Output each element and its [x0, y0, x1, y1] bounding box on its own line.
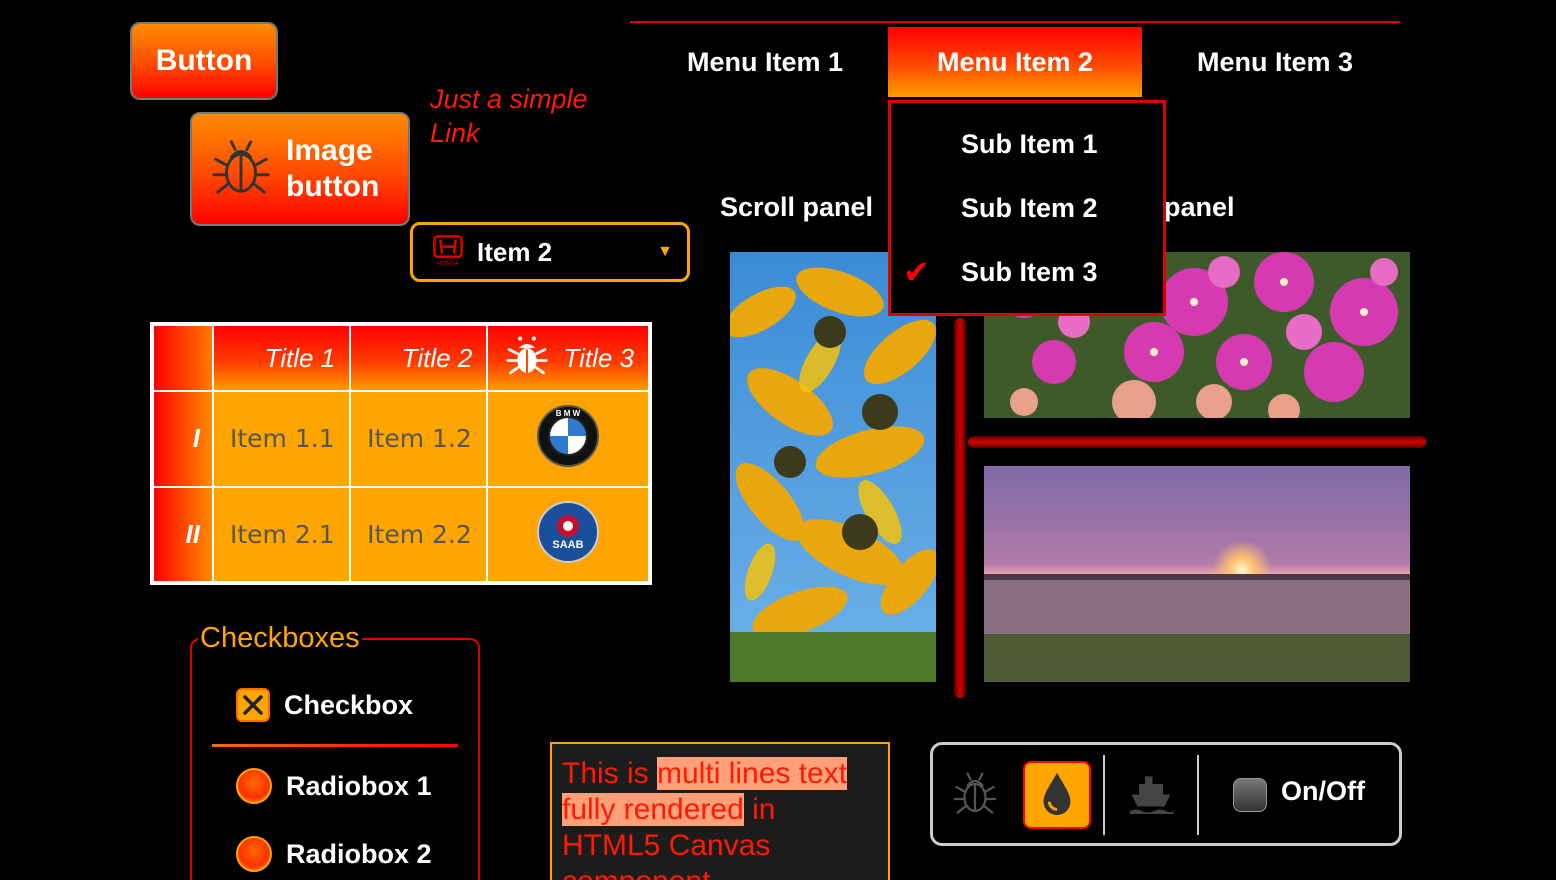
checkbox-divider	[212, 744, 458, 747]
row-header: I	[152, 390, 214, 488]
toggle-label: On/Off	[1281, 776, 1365, 806]
grid-header-row: Title 1 Title 2 Title 3	[152, 324, 650, 392]
radiobox-label: Radiobox 2	[286, 838, 432, 869]
bug-icon	[210, 136, 272, 203]
bmw-logo: B M W	[486, 390, 650, 488]
flowers-yellow-image	[730, 252, 936, 682]
image-button-label: Image button	[286, 134, 380, 203]
submenu-popup: Sub Item 1 Sub Item 2 Sub Item 3 ✔	[888, 100, 1166, 316]
drop-tool-button[interactable]	[1023, 761, 1091, 829]
menu-item-1[interactable]: Menu Item 1	[640, 27, 890, 97]
ship-icon	[1127, 769, 1175, 822]
submenu-item-1[interactable]: Sub Item 1	[961, 129, 1098, 160]
table-cell[interactable]: Item 2.2	[349, 485, 489, 583]
checkbox-label: Checkbox	[284, 689, 414, 720]
scroll-panel-title: Scroll panel	[720, 192, 874, 222]
split-panel-title: panel	[1164, 192, 1235, 222]
honda-icon: HONDA	[431, 233, 465, 272]
radio-icon	[236, 836, 272, 872]
radio-icon	[236, 768, 272, 804]
checkbox[interactable]: Checkbox	[236, 688, 413, 722]
main-button-label: Button	[155, 44, 253, 77]
splitter-horizontal[interactable]	[968, 436, 1426, 448]
text-part: This is	[562, 757, 658, 790]
multiline-text-area[interactable]: This is multi lines text fully rendered …	[550, 742, 890, 880]
item-dropdown[interactable]: HONDA Item 2 ▼	[410, 222, 690, 282]
checkboxes-legend: Checkboxes	[198, 622, 362, 655]
submenu-item-3[interactable]: Sub Item 3	[961, 257, 1098, 288]
checkmark-icon: ✔	[903, 254, 930, 290]
bug-tool-button[interactable]	[941, 761, 1009, 829]
toolbar: On/Off	[930, 742, 1402, 846]
checkbox-x-icon	[236, 688, 270, 722]
column-header[interactable]: Title 1	[211, 324, 352, 392]
row-header: II	[152, 485, 214, 583]
column-header-title3[interactable]: Title 3	[486, 324, 650, 392]
radiobox-label: Radiobox 1	[286, 770, 432, 801]
radiobox-1[interactable]: Radiobox 1	[236, 768, 432, 804]
table-cell[interactable]: Item 1.2	[349, 390, 489, 488]
main-button[interactable]: Button	[130, 22, 278, 100]
sunset-image	[984, 466, 1410, 682]
svg-text:B M W: B M W	[556, 409, 581, 418]
image-button[interactable]: Image button	[190, 112, 410, 226]
toolbar-separator	[1103, 755, 1105, 835]
bug-icon	[505, 333, 549, 384]
data-grid: Title 1 Title 2 Title 3 I Item 1.1 Item …	[150, 322, 652, 585]
dropdown-value: Item 2	[477, 236, 553, 267]
column-header[interactable]: Title 2	[349, 324, 489, 392]
ship-tool-button[interactable]	[1117, 761, 1185, 829]
menu-item-3[interactable]: Menu Item 3	[1148, 27, 1402, 97]
table-row[interactable]: II Item 2.1 Item 2.2 SAAB	[152, 485, 650, 583]
bug-icon	[951, 769, 999, 822]
drop-icon	[1037, 769, 1077, 822]
menu-bar-line	[630, 21, 1400, 23]
menu-item-2[interactable]: Menu Item 2	[888, 27, 1142, 97]
table-row[interactable]: I Item 1.1 Item 1.2 B M W	[152, 390, 650, 488]
chevron-down-icon: ▼	[657, 243, 673, 260]
radiobox-2[interactable]: Radiobox 2	[236, 836, 432, 872]
svg-text:SAAB: SAAB	[553, 539, 584, 551]
svg-text:HONDA: HONDA	[437, 261, 458, 267]
table-cell[interactable]: Item 1.1	[211, 390, 352, 488]
submenu-item-2[interactable]: Sub Item 2	[961, 193, 1098, 224]
splitter-vertical[interactable]	[954, 318, 966, 698]
table-cell[interactable]: Item 2.1	[211, 485, 352, 583]
grid-corner	[152, 324, 214, 392]
saab-logo: SAAB	[486, 485, 650, 583]
column-header-label: Title 3	[563, 342, 634, 373]
on-off-toggle[interactable]	[1233, 778, 1267, 812]
toolbar-separator	[1197, 755, 1199, 835]
simple-link[interactable]: Just a simple Link	[430, 82, 630, 150]
